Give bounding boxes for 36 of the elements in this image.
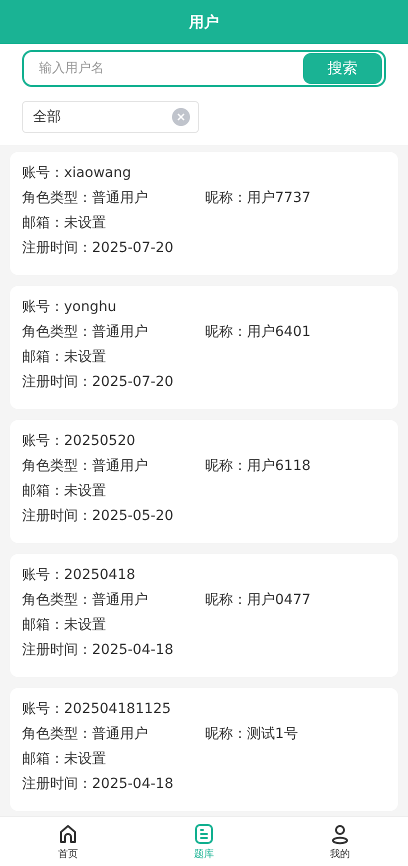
account-text: 账号：yonghu xyxy=(22,298,116,317)
nickname-text: 昵称：用户6118 xyxy=(205,457,311,476)
nav-tab[interactable]: 我的 xyxy=(272,817,408,866)
account-text: 账号：xiaowang xyxy=(22,164,132,183)
nickname-text: 昵称：用户6401 xyxy=(205,323,311,342)
nickname-text: 昵称：用户7737 xyxy=(205,189,311,208)
email-text: 邮箱：未设置 xyxy=(22,482,106,501)
filter-dropdown[interactable]: 全部 xyxy=(22,101,199,133)
email-text: 邮箱：未设置 xyxy=(22,750,106,769)
account-text: 账号：20250520 xyxy=(22,432,136,451)
user-card[interactable]: 账号：xiaowang 角色类型：普通用户 昵称：用户7737 邮箱：未设置 注册时间：2025-07-20 xyxy=(10,152,398,275)
email-text: 邮箱：未设置 xyxy=(22,348,106,367)
registered-text: 注册时间：2025-07-20 xyxy=(22,239,174,258)
role-text: 角色类型：普通用户 xyxy=(22,725,149,744)
role-text: 角色类型：普通用户 xyxy=(22,457,149,476)
user-card[interactable]: 账号：202504181125 角色类型：普通用户 昵称：测试1号 邮箱：未设置 注册时间：2025-04-18 xyxy=(10,688,398,811)
page-title: 用户 xyxy=(189,12,219,33)
account-text: 账号：202504181125 xyxy=(22,700,171,719)
role-text: 角色类型：普通用户 xyxy=(22,189,149,208)
registered-text: 注册时间：2025-04-18 xyxy=(22,641,174,660)
role-text: 角色类型：普通用户 xyxy=(22,591,149,610)
document-icon xyxy=(192,822,216,846)
registered-text: 注册时间：2025-07-20 xyxy=(22,373,174,392)
user-card[interactable]: 账号：20250520 角色类型：普通用户 昵称：用户6118 邮箱：未设置 注册时间：2025-05-20 xyxy=(10,420,398,543)
account-text: 账号：20250418 xyxy=(22,566,136,585)
email-text: 邮箱：未设置 xyxy=(22,616,106,635)
user-card[interactable]: 账号：yonghu 角色类型：普通用户 昵称：用户6401 邮箱：未设置 注册时间：2025-07-20 xyxy=(10,286,398,409)
user-card[interactable]: 账号：20250418 角色类型：普通用户 昵称：用户0477 邮箱：未设置 注册时间：2025-04-18 xyxy=(10,554,398,677)
email-text: 邮箱：未设置 xyxy=(22,214,106,233)
clear-icon[interactable] xyxy=(172,108,190,126)
role-text: 角色类型：普通用户 xyxy=(22,323,149,342)
registered-text: 注册时间：2025-05-20 xyxy=(22,507,174,526)
nickname-text: 昵称：用户0477 xyxy=(205,591,311,610)
nickname-text: 昵称：测试1号 xyxy=(205,725,298,744)
nav-tab[interactable]: 首页 xyxy=(0,817,136,866)
registered-text: 注册时间：2025-04-18 xyxy=(22,775,174,794)
